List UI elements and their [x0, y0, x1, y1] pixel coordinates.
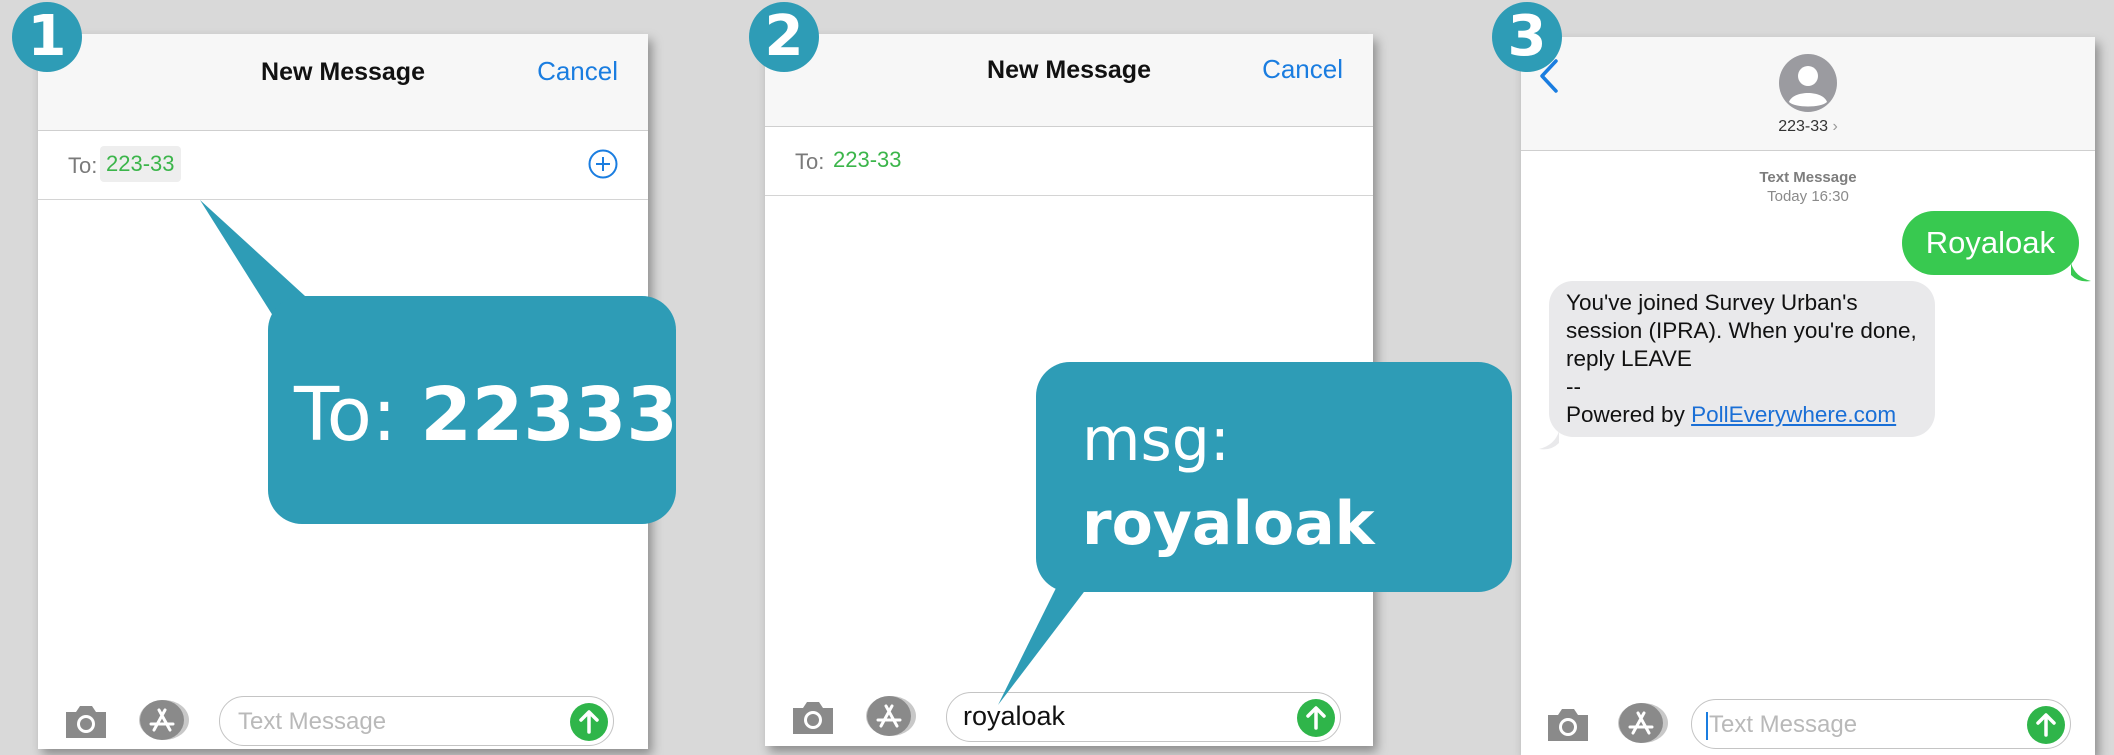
- received-bubble-tail: [1539, 431, 1559, 450]
- recipient-text[interactable]: 223-33: [827, 142, 908, 178]
- reply-line: You've joined Survey Urban's: [1566, 290, 1858, 315]
- reply-line: --: [1566, 374, 1581, 399]
- message-input[interactable]: Text Message: [219, 696, 614, 746]
- app-store-icon[interactable]: [1617, 701, 1669, 745]
- compose-bar: royaloak: [765, 690, 1373, 745]
- callout-1-prefix: To:: [294, 372, 397, 458]
- received-message-bubble[interactable]: You've joined Survey Urban's session (IP…: [1549, 281, 1935, 437]
- message-input[interactable]: royaloak: [946, 692, 1341, 742]
- text-cursor: [1706, 711, 1708, 740]
- placeholder-text: Text Message: [1709, 711, 1858, 738]
- message-placeholder: Text Message: [238, 708, 387, 735]
- to-label: To:: [795, 149, 825, 174]
- contact-number: 223-33: [1778, 118, 1829, 135]
- cancel-button[interactable]: Cancel: [1262, 54, 1343, 85]
- chevron-right-icon: ›: [1832, 118, 1838, 135]
- camera-icon[interactable]: [1545, 705, 1591, 743]
- callout-2-value: royaloak: [1082, 489, 1375, 559]
- send-arrow-icon[interactable]: [569, 702, 609, 742]
- callout-1-value: 22333: [420, 372, 678, 458]
- callout-1-text: To: 22333: [294, 372, 678, 458]
- message-input[interactable]: Text Message: [1691, 699, 2071, 749]
- powered-by-text: Powered by: [1566, 402, 1685, 427]
- camera-icon[interactable]: [790, 698, 836, 736]
- conversation-meta: Text Message Today 16:30: [1521, 168, 2095, 206]
- send-arrow-icon[interactable]: [2026, 705, 2066, 745]
- contact-name[interactable]: 223-33 ›: [1521, 118, 2095, 136]
- polleverywhere-link[interactable]: PollEverywhere.com: [1691, 402, 1896, 427]
- send-arrow-icon[interactable]: [1296, 698, 1336, 738]
- reply-line-powered: Powered by PollEverywhere.com: [1566, 401, 1917, 429]
- message-placeholder: Text Message: [1706, 711, 1857, 740]
- nav-header: New Message Cancel: [38, 34, 648, 131]
- reply-line: reply LEAVE: [1566, 346, 1692, 371]
- app-store-icon[interactable]: [138, 698, 190, 742]
- contact-avatar-icon[interactable]: [1779, 54, 1837, 112]
- to-label: To:: [68, 153, 98, 178]
- sent-message-bubble[interactable]: Royaloak: [1901, 211, 2079, 275]
- to-row: To: 223-33: [38, 131, 648, 200]
- app-store-icon[interactable]: [865, 694, 917, 738]
- compose-bar: Text Message: [38, 694, 648, 749]
- recipient-chip[interactable]: 223-33: [100, 146, 181, 182]
- callout-2-prefix: msg:: [1082, 405, 1231, 475]
- plus-circle-icon[interactable]: [588, 149, 618, 179]
- step-badge-2: 2: [749, 2, 819, 72]
- sent-bubble-tail: [2071, 263, 2091, 282]
- conversation-header: 223-33 ›: [1521, 37, 2095, 151]
- reply-line: session (IPRA). When you're done,: [1566, 318, 1917, 343]
- step-badge-1: 1: [12, 2, 82, 72]
- screen-2-new-message: New Message Cancel To: 223-33 royaloak: [765, 34, 1373, 746]
- message-text: royaloak: [963, 701, 1066, 731]
- conversation-type: Text Message: [1759, 169, 1857, 186]
- camera-icon[interactable]: [63, 702, 109, 740]
- step-badge-3: 3: [1492, 2, 1562, 72]
- timestamp: Today 16:30: [1767, 188, 1849, 205]
- callout-2-text: msg: royaloak: [1082, 398, 1375, 566]
- screen-3-conversation: 223-33 › Text Message Today 16:30 Royalo…: [1521, 37, 2095, 755]
- to-row: To: 223-33: [765, 127, 1373, 196]
- cancel-button[interactable]: Cancel: [537, 56, 618, 87]
- compose-bar: Text Message: [1521, 697, 2095, 752]
- nav-header: New Message Cancel: [765, 34, 1373, 127]
